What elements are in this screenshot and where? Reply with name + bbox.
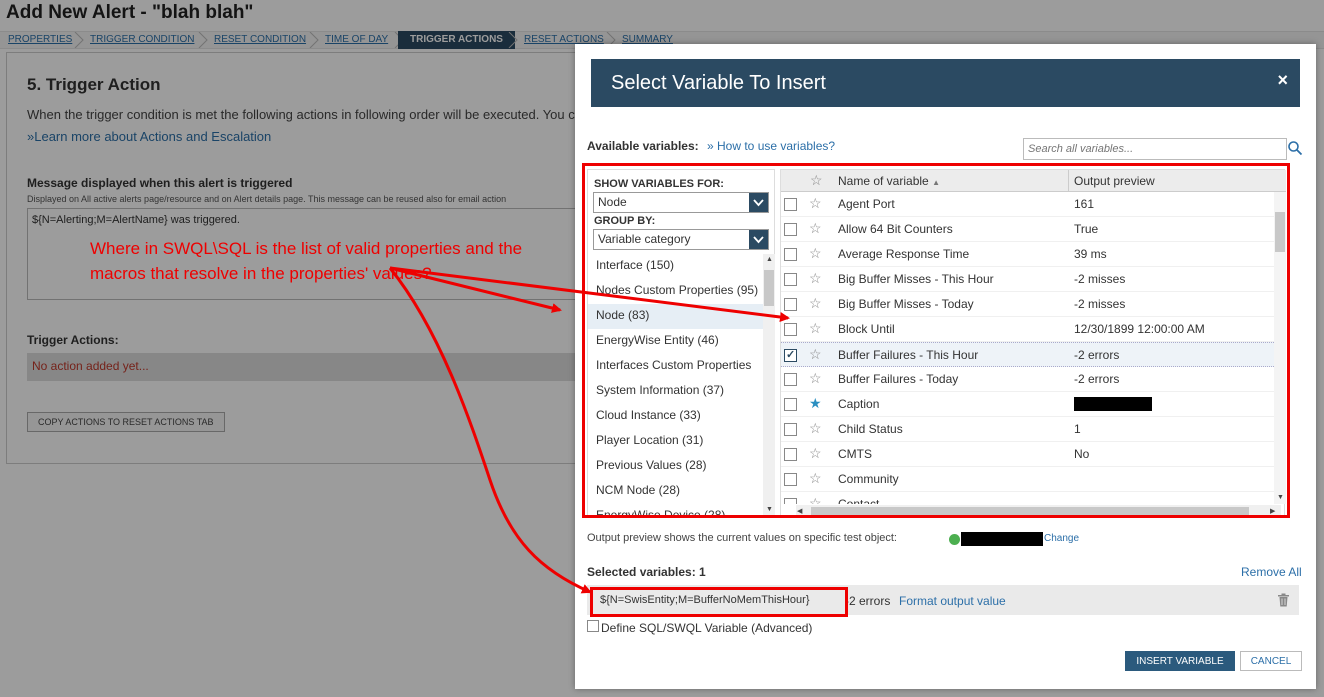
annotation-arrows <box>388 266 790 594</box>
